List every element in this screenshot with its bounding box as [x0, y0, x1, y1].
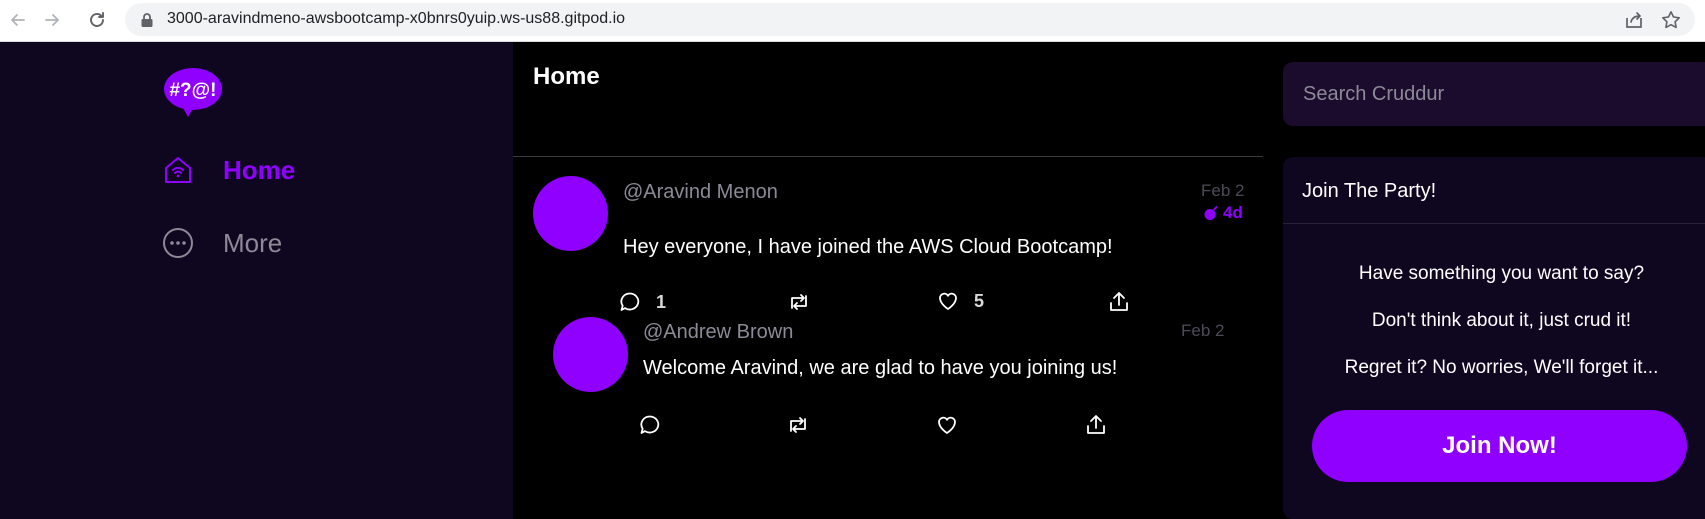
- share-icon: [1087, 415, 1105, 434]
- activity-message: Hey everyone, I have joined the AWS Clou…: [623, 236, 1113, 258]
- search-input[interactable]: [1283, 62, 1705, 126]
- repost-button[interactable]: [787, 290, 825, 314]
- bookmark-button[interactable]: [1660, 9, 1682, 31]
- reply-icon: [620, 292, 640, 311]
- logo-icon: #?@!: [164, 68, 222, 117]
- expiry-text: 4d: [1223, 203, 1243, 222]
- cruddur-app: #?@! Home More Home @Aravind Menon Feb 2: [0, 42, 1705, 519]
- reply-item[interactable]: @Andrew Brown Feb 2 Welcome Aravind, we …: [513, 317, 1263, 517]
- avatar[interactable]: [553, 317, 628, 392]
- join-text: Regret it? No worries, We'll forget it..…: [1344, 357, 1659, 378]
- lock-icon: [141, 13, 153, 27]
- reply-count: 1: [656, 291, 667, 312]
- repost-icon: [791, 294, 807, 310]
- share-button[interactable]: [1084, 413, 1108, 437]
- back-button[interactable]: [4, 6, 32, 34]
- activity-handle[interactable]: @Andrew Brown: [643, 321, 793, 344]
- reload-button[interactable]: [83, 6, 111, 34]
- home-icon: [162, 154, 194, 186]
- share-icon: [1110, 292, 1128, 311]
- nav-item-more[interactable]: More: [162, 227, 282, 259]
- join-text: Don't think about it, just crud it!: [1371, 310, 1632, 331]
- join-title: Join The Party!: [1283, 157, 1705, 224]
- join-now-button[interactable]: Join Now!: [1312, 410, 1687, 482]
- cruddur-logo[interactable]: #?@!: [162, 66, 224, 118]
- more-icon: [162, 227, 194, 259]
- like-button[interactable]: [935, 413, 973, 437]
- activity-message: Welcome Aravind, we are glad to have you…: [643, 357, 1118, 379]
- browser-toolbar: 3000-aravindmeno-awsbootcamp-x0bnrs0yuip…: [0, 0, 1705, 42]
- heart-icon: [939, 292, 957, 310]
- forward-button[interactable]: [38, 6, 66, 34]
- arrow-right-icon: [45, 14, 59, 26]
- join-panel: Join The Party! Have something you want …: [1283, 157, 1705, 519]
- reply-button[interactable]: [638, 413, 676, 437]
- activity-handle[interactable]: @Aravind Menon: [623, 181, 778, 204]
- right-sidebar: Join The Party! Have something you want …: [1263, 42, 1705, 519]
- page-title: Home: [533, 63, 600, 90]
- like-button[interactable]: 5: [936, 289, 984, 313]
- like-count: 5: [974, 290, 985, 311]
- activity-item[interactable]: @Aravind Menon Feb 2 4d Hey everyone, I …: [513, 157, 1263, 312]
- left-navigation: #?@! Home More: [0, 42, 513, 519]
- reply-icon: [640, 415, 660, 434]
- reload-icon: [90, 12, 104, 27]
- url-text: 3000-aravindmeno-awsbootcamp-x0bnrs0yuip…: [167, 10, 626, 27]
- repost-button[interactable]: [786, 413, 824, 437]
- feed-header: Home: [513, 42, 1263, 157]
- share-icon: [1626, 12, 1642, 28]
- join-text: Have something you want to say?: [1358, 263, 1645, 284]
- activity-date: Feb 2: [1201, 181, 1245, 200]
- expiry-badge: 4d: [1203, 203, 1243, 223]
- logo-text: #?@!: [169, 80, 216, 101]
- nav-item-home[interactable]: Home: [162, 154, 295, 186]
- avatar[interactable]: [533, 176, 608, 251]
- feed: Home @Aravind Menon Feb 2 4d Hey everyon…: [513, 42, 1263, 519]
- share-button[interactable]: [1623, 9, 1645, 31]
- nav-item-label: Home: [223, 154, 296, 185]
- reply-button[interactable]: 1: [618, 290, 666, 314]
- star-icon: [1662, 11, 1680, 29]
- bomb-icon: [1204, 206, 1218, 220]
- activity-date: Feb 2: [1181, 321, 1225, 340]
- share-button[interactable]: [1107, 290, 1131, 314]
- address-bar[interactable]: 3000-aravindmeno-awsbootcamp-x0bnrs0yuip…: [125, 3, 1695, 36]
- heart-icon: [938, 416, 956, 434]
- arrow-left-icon: [11, 14, 25, 26]
- nav-item-label: More: [223, 227, 283, 258]
- repost-icon: [790, 417, 806, 433]
